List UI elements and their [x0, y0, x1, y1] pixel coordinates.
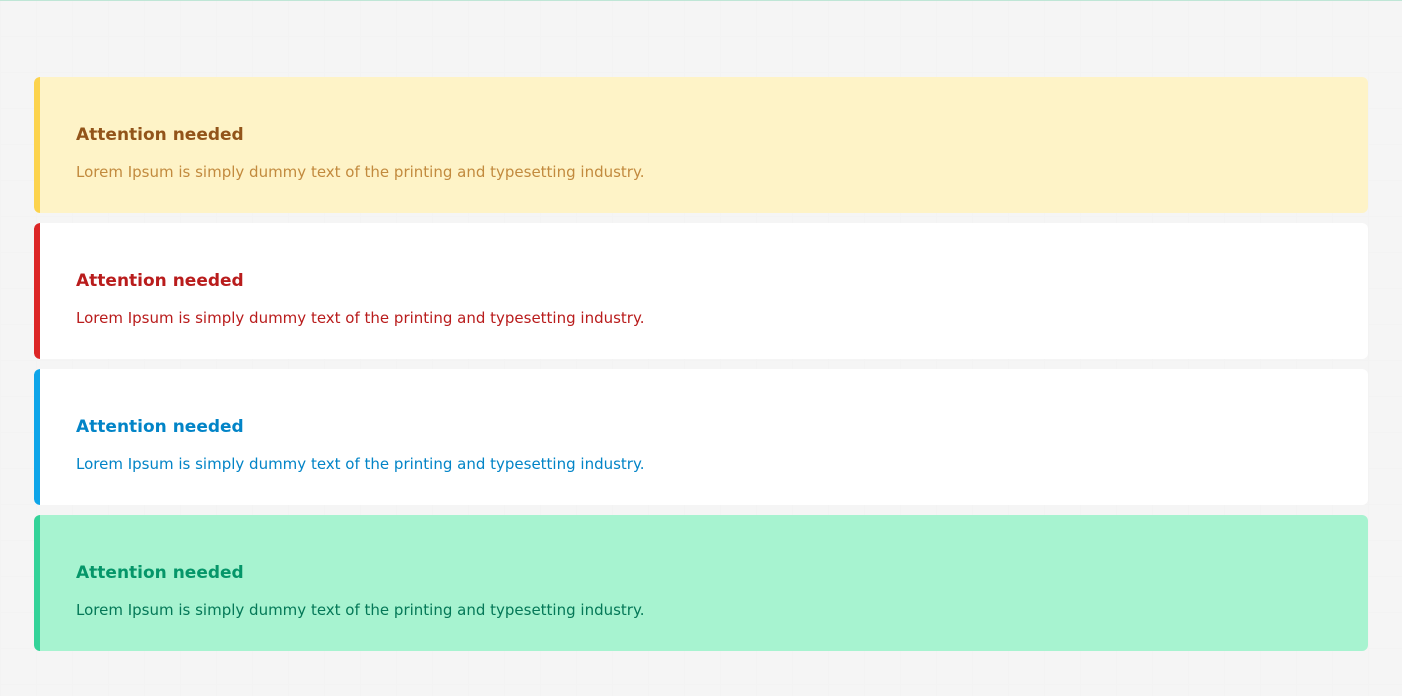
alert-error: Attention needed Lorem Ipsum is simply d…: [34, 223, 1368, 359]
alert-accent-bar: [34, 77, 40, 213]
alert-title: Attention needed: [76, 563, 244, 583]
alert-message: Lorem Ipsum is simply dummy text of the …: [76, 163, 645, 181]
alert-info: Attention needed Lorem Ipsum is simply d…: [34, 369, 1368, 505]
alerts-list: Attention needed Lorem Ipsum is simply d…: [34, 77, 1368, 661]
alert-title: Attention needed: [76, 417, 244, 437]
alert-message: Lorem Ipsum is simply dummy text of the …: [76, 309, 645, 327]
alert-success: Attention needed Lorem Ipsum is simply d…: [34, 515, 1368, 651]
alert-message: Lorem Ipsum is simply dummy text of the …: [76, 455, 645, 473]
alert-message: Lorem Ipsum is simply dummy text of the …: [76, 601, 645, 619]
alert-accent-bar: [34, 369, 40, 505]
alert-accent-bar: [34, 223, 40, 359]
alert-title: Attention needed: [76, 271, 244, 291]
alert-accent-bar: [34, 515, 40, 651]
alert-title: Attention needed: [76, 125, 244, 145]
page-background: Attention needed Lorem Ipsum is simply d…: [0, 1, 1402, 696]
alert-warning: Attention needed Lorem Ipsum is simply d…: [34, 77, 1368, 213]
